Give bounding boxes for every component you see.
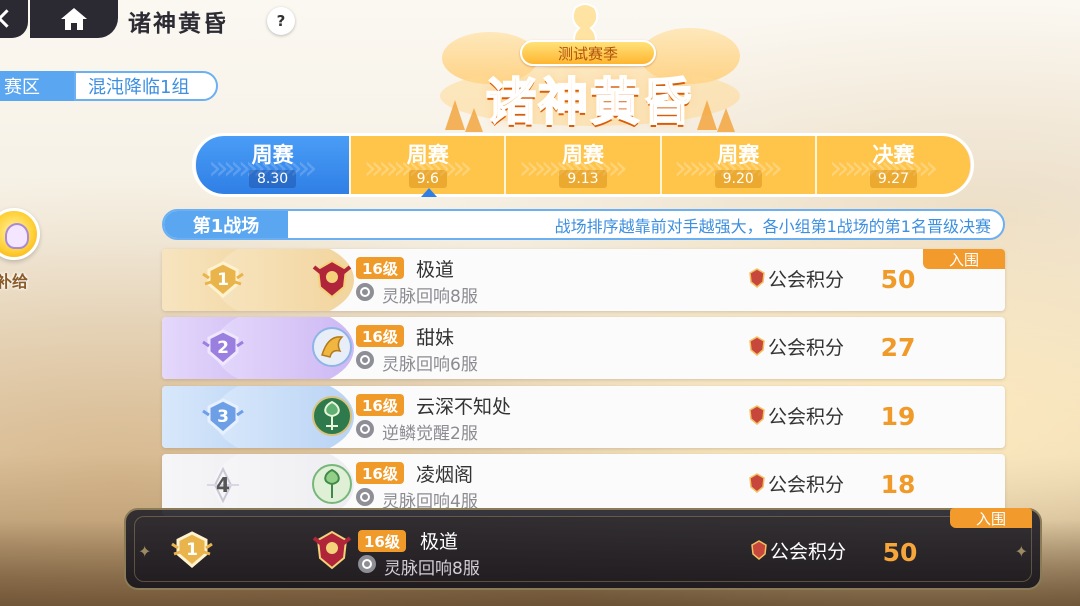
server-globe-icon	[356, 488, 374, 506]
home-button[interactable]	[30, 0, 118, 38]
my-guild-bar[interactable]: ✦ ✦ 1 16级 极道 灵脉回响8服 公会积分 50 入围	[124, 508, 1042, 590]
rank-zone: 2	[162, 317, 354, 379]
score-value: 50	[882, 538, 918, 567]
score-value: 18	[880, 470, 916, 499]
home-icon	[61, 8, 87, 30]
tab-date: 9.6	[408, 169, 447, 188]
rank-medal-icon: 1	[170, 530, 214, 570]
guild-name: 云深不知处	[416, 396, 512, 418]
guild-emblem-icon	[310, 325, 354, 369]
server-globe-icon	[358, 555, 376, 573]
tab-week-3[interactable]: 周赛 9.13	[506, 136, 662, 194]
score-label: 公会积分	[768, 474, 845, 496]
guild-score-icon	[749, 268, 765, 288]
tab-date: 8.30	[249, 169, 297, 188]
rank-zone: 3	[162, 386, 354, 448]
season-title: 诸神黄昏	[485, 72, 694, 132]
week-tabs: 周赛 8.30 周赛 9.6 周赛 9.13 周赛 9.20 决赛 9.27	[196, 136, 971, 194]
guild-level-badge: 16级	[356, 325, 404, 347]
region-selector[interactable]: 混沌降临1组	[74, 71, 218, 101]
back-button[interactable]	[0, 0, 28, 38]
score-label: 公会积分	[768, 269, 845, 291]
server-name: 灵脉回响8服	[384, 559, 480, 579]
score-value: 27	[880, 333, 916, 362]
rank-number: 2	[217, 338, 229, 358]
score-value: 50	[880, 265, 916, 294]
guild-score-icon	[751, 540, 767, 560]
tab-date: 9.13	[559, 169, 607, 188]
guild-emblem-icon	[310, 394, 354, 438]
tab-date: 9.27	[869, 169, 917, 188]
supply-label[interactable]: 补给	[0, 268, 28, 292]
rank-number: 1	[217, 270, 229, 290]
guild-level-badge: 16级	[356, 462, 404, 484]
ranking-row-3[interactable]: 3 16级 云深不知处 逆鳞觉醒2服 公会积分 19	[162, 386, 1005, 448]
tab-name: 周赛	[251, 142, 294, 167]
current-week-pointer-icon	[421, 188, 437, 197]
tab-date: 9.20	[714, 169, 762, 188]
tab-name: 决赛	[872, 142, 915, 167]
region-label: 赛区	[0, 71, 76, 101]
page-title: 诸神黄昏	[128, 11, 228, 37]
sparkle-icon: ✦	[138, 542, 152, 561]
sparkle-icon: ✦	[1014, 542, 1028, 561]
qualified-badge: 入围	[950, 508, 1032, 528]
battlefield-header: 第1战场 战场排序越靠前对手越强大，各小组第1战场的第1名晋级决赛	[162, 209, 1005, 240]
server-name: 逆鳞觉醒2服	[382, 424, 478, 444]
guild-level-badge: 16级	[356, 394, 404, 416]
server-globe-icon	[356, 351, 374, 369]
rank-number: 3	[217, 407, 229, 427]
help-button[interactable]: ?	[267, 7, 295, 35]
score-label: 公会积分	[768, 337, 845, 359]
score-label: 公会积分	[768, 406, 845, 428]
tab-name: 周赛	[717, 142, 760, 167]
qualified-badge: 入围	[923, 249, 1005, 269]
tab-final[interactable]: 决赛 9.27	[816, 136, 971, 194]
guild-score-icon	[749, 336, 765, 356]
ranking-row-1[interactable]: 1 16级 极道 灵脉回响8服 公会积分 50 入围	[162, 249, 1005, 311]
rank-medal-icon: 1	[201, 260, 245, 300]
rank-medal-icon: 3	[201, 397, 245, 437]
ranking-row-2[interactable]: 2 16级 甜妹 灵脉回响6服 公会积分 27	[162, 317, 1005, 379]
guild-name: 凌烟阁	[416, 464, 474, 486]
server-name: 灵脉回响6服	[382, 355, 478, 375]
guild-level-badge: 16级	[356, 257, 404, 279]
score-label: 公会积分	[770, 541, 847, 563]
guild-emblem-icon	[310, 257, 354, 301]
rank-medal-icon: 2	[201, 328, 245, 368]
server-globe-icon	[356, 283, 374, 301]
tab-week-2[interactable]: 周赛 9.6	[351, 136, 507, 194]
tab-name: 周赛	[406, 142, 449, 167]
rank-zone: 1	[162, 249, 354, 311]
guild-name: 甜妹	[416, 327, 455, 349]
tab-week-1[interactable]: 周赛 8.30	[196, 136, 352, 194]
ranking-row-4[interactable]: 4 16级 凌烟阁 灵脉回响4服 公会积分 18	[162, 454, 1005, 516]
guild-score-icon	[749, 405, 765, 425]
score-value: 19	[880, 402, 916, 431]
battlefield-description: 战场排序越靠前对手越强大，各小组第1战场的第1名晋级决赛	[554, 216, 991, 236]
guild-score-icon	[749, 473, 765, 493]
guild-level-badge: 16级	[358, 530, 406, 552]
rank-number: 1	[186, 540, 198, 560]
rank-number: 4	[216, 473, 230, 497]
guild-emblem-icon	[310, 528, 354, 572]
rank-diamond-icon: 4	[201, 465, 245, 505]
rank-zone: 4	[162, 454, 354, 516]
guild-emblem-icon	[310, 462, 354, 506]
server-globe-icon	[356, 420, 374, 438]
guild-name: 极道	[420, 531, 459, 553]
tab-name: 周赛	[562, 142, 604, 167]
battlefield-tag[interactable]: 第1战场	[164, 211, 288, 238]
server-name: 灵脉回响8服	[382, 287, 478, 307]
guild-name: 极道	[416, 259, 455, 281]
tab-week-4[interactable]: 周赛 9.20	[661, 136, 817, 194]
